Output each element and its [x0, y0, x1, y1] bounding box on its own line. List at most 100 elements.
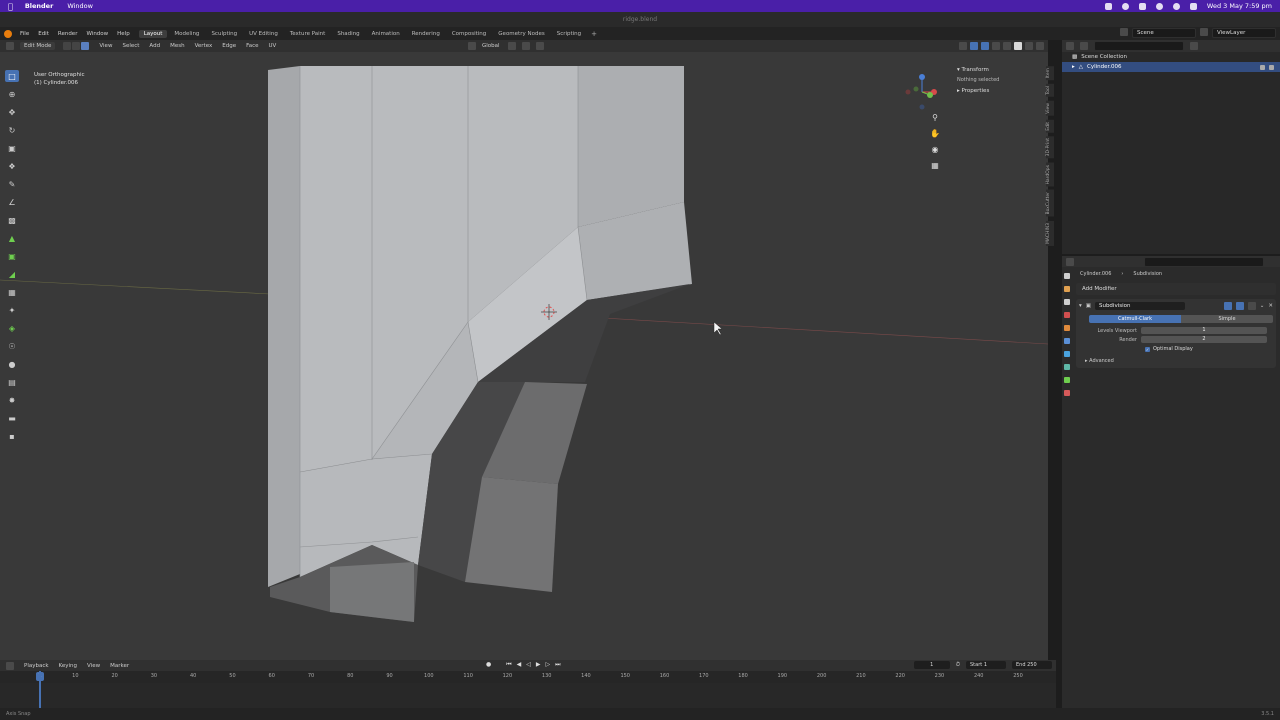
mode-select[interactable]: Edit Mode [20, 42, 56, 50]
tray-wifi-icon[interactable] [1155, 2, 1163, 10]
tab-animation[interactable]: Animation [367, 30, 405, 38]
scale-tool-icon[interactable]: ▣ [5, 142, 19, 154]
properties-tab-icon[interactable] [1064, 273, 1070, 279]
vp-menu-vertex[interactable]: Vertex [195, 43, 213, 49]
tray-battery-icon[interactable] [1138, 2, 1146, 10]
pivot-icon[interactable] [507, 42, 516, 50]
properties-tab-icon[interactable] [1064, 299, 1070, 305]
tab-scripting[interactable]: Scripting [552, 30, 586, 38]
vp-menu-add[interactable]: Add [149, 43, 160, 49]
menu-window[interactable]: Window [86, 31, 108, 37]
bevel-tool-icon[interactable]: ◢ [5, 268, 19, 280]
outliner-display-mode-icon[interactable] [1080, 42, 1088, 50]
move-tool-icon[interactable]: ✥ [5, 106, 19, 118]
navigation-gizmo[interactable] [900, 70, 944, 114]
extrude-tool-icon[interactable]: ▲ [5, 232, 19, 244]
properties-tab-icon[interactable] [1064, 325, 1070, 331]
stopwatch-icon[interactable]: ⏱ [956, 662, 960, 669]
shear-tool-icon[interactable]: ▬ [5, 412, 19, 424]
mac-app-name[interactable]: Blender [25, 2, 54, 10]
snap-icon[interactable] [521, 42, 530, 50]
vp-menu-uv[interactable]: UV [269, 43, 277, 49]
tray-bluetooth-icon[interactable] [1121, 2, 1129, 10]
add-modifier-button[interactable]: Add Modifier [1076, 283, 1276, 295]
tab-texture-paint[interactable]: Texture Paint [285, 30, 331, 38]
ntab-tool[interactable]: Tool [1046, 84, 1054, 97]
collapse-arrow-icon[interactable]: ▾ [1079, 303, 1082, 309]
tl-menu-view[interactable]: View [87, 663, 100, 669]
add-cube-tool-icon[interactable]: ▩ [5, 214, 19, 226]
play-icon[interactable]: ▶ [536, 661, 541, 669]
tl-menu-keying[interactable]: Keying [59, 663, 77, 669]
jump-end-icon[interactable]: ⏭ [555, 661, 560, 669]
tab-compositing[interactable]: Compositing [447, 30, 491, 38]
properties-tab-icon[interactable] [1064, 364, 1070, 370]
frame-ruler[interactable]: 10 20 30 40 50 60 70 80 90 100 110 120 130 140 150 160 1… [0, 671, 1056, 683]
ntab-item[interactable]: Item [1046, 66, 1054, 81]
rotate-tool-icon[interactable]: ↻ [5, 124, 19, 136]
editor-type-icon[interactable] [6, 42, 14, 50]
edge-slide-tool-icon[interactable]: ▤ [5, 376, 19, 388]
3d-viewport[interactable]: User Orthographic (1) Cylinder.006 [0, 52, 1048, 660]
tl-menu-playback[interactable]: Playback [24, 663, 49, 669]
menu-help[interactable]: Help [117, 31, 130, 37]
apple-icon[interactable]:  [8, 2, 13, 11]
camera-view-icon[interactable]: ◉ [930, 145, 940, 155]
tab-sculpting[interactable]: Sculpting [206, 30, 242, 38]
scene-icon[interactable] [1120, 28, 1128, 36]
ntab-edit[interactable]: Edit [1046, 119, 1054, 133]
shading-solid-icon[interactable] [1014, 42, 1022, 50]
cursor-tool-icon[interactable]: ⊕ [5, 88, 19, 100]
outliner-row-object[interactable]: ▸ △ Cylinder.006 [1062, 62, 1280, 72]
ortho-grid-icon[interactable]: ▦ [930, 161, 940, 171]
spin-tool-icon[interactable]: ☉ [5, 340, 19, 352]
vp-menu-mesh[interactable]: Mesh [170, 43, 184, 49]
modifier-menu-icon[interactable]: ⌄ [1260, 303, 1265, 309]
gizmo-toggle-icon[interactable] [970, 42, 978, 50]
menu-render[interactable]: Render [58, 31, 78, 37]
pan-hand-icon[interactable]: ✋ [930, 129, 940, 139]
outliner-editor-icon[interactable] [1066, 42, 1074, 50]
annotate-tool-icon[interactable]: ✎ [5, 178, 19, 190]
menu-file[interactable]: File [20, 31, 29, 37]
ntab-view[interactable]: View [1046, 101, 1054, 116]
tl-menu-marker[interactable]: Marker [110, 663, 129, 669]
edit-mode-toggle-icon[interactable] [1223, 302, 1232, 310]
loop-cut-tool-icon[interactable]: ▦ [5, 286, 19, 298]
vp-menu-face[interactable]: Face [246, 43, 258, 49]
hide-in-viewport-icon[interactable] [1260, 64, 1265, 70]
blender-logo-icon[interactable] [4, 29, 12, 38]
tab-modeling[interactable]: Modeling [169, 30, 204, 38]
smooth-tool-icon[interactable]: ● [5, 358, 19, 370]
face-select-icon[interactable] [81, 42, 90, 50]
vp-menu-view[interactable]: View [99, 43, 112, 49]
properties-panel-header[interactable]: ▸ Properties [957, 87, 1044, 96]
tray-app-icon[interactable] [1104, 2, 1112, 10]
tab-shading[interactable]: Shading [332, 30, 364, 38]
properties-editor-icon[interactable] [1066, 257, 1074, 266]
tab-geometry-nodes[interactable]: Geometry Nodes [493, 30, 549, 38]
view-layer-field[interactable]: ViewLayer [1212, 28, 1276, 38]
play-reverse-icon[interactable]: ◁ [526, 661, 531, 669]
xray-icon[interactable] [992, 42, 1000, 50]
levels-viewport-field[interactable]: 1 [1141, 327, 1267, 334]
mac-menu-window[interactable]: Window [67, 2, 93, 10]
properties-tab-icon[interactable] [1064, 351, 1070, 357]
ntab-machin3[interactable]: MACHIN3 [1046, 220, 1054, 246]
playhead-line[interactable] [39, 671, 41, 709]
transform-tool-icon[interactable]: ❖ [5, 160, 19, 172]
ntab-3dprint[interactable]: 3D-Print [1046, 136, 1054, 159]
current-frame-field[interactable]: 1 [913, 661, 950, 669]
timeline-editor-icon[interactable] [6, 661, 14, 670]
modifier-name-field[interactable]: Subdivision [1094, 302, 1185, 310]
properties-tab-icon[interactable] [1064, 312, 1070, 318]
inset-tool-icon[interactable]: ▣ [5, 250, 19, 262]
rip-tool-icon[interactable]: ▪ [5, 430, 19, 442]
properties-tab-icon[interactable] [1064, 377, 1070, 383]
record-icon[interactable]: ● [486, 661, 491, 669]
advanced-subpanel[interactable]: ▸ Advanced [1079, 358, 1273, 364]
ntab-hardops[interactable]: HardOps [1046, 162, 1054, 187]
vp-menu-edge[interactable]: Edge [222, 43, 236, 49]
start-frame-field[interactable]: Start 1 [966, 661, 1006, 669]
measure-tool-icon[interactable]: ∠ [5, 196, 19, 208]
